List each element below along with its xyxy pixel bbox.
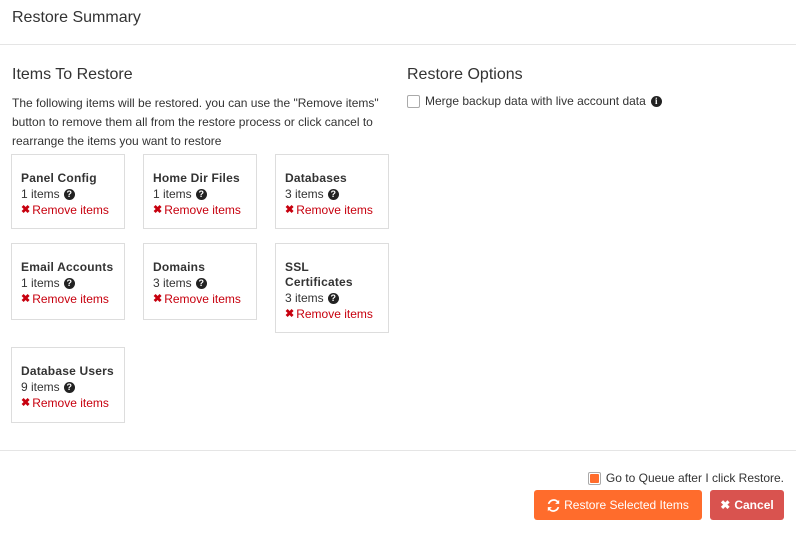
items-description: The following items will be restored. yo… [12, 96, 379, 148]
item-card-title: Panel Config [21, 171, 97, 185]
item-card-title: Email Accounts [21, 260, 114, 274]
remove-items-link[interactable]: ✖ Remove items [21, 291, 115, 308]
modal-footer: Go to Queue after I click Restore. Resto… [0, 450, 796, 534]
item-count: 1 items? [21, 275, 115, 291]
item-count-text: 1 items [21, 276, 60, 290]
remove-items-label: Remove items [296, 203, 373, 217]
help-icon[interactable]: ? [63, 381, 75, 393]
remove-items-link[interactable]: ✖ Remove items [153, 291, 247, 308]
item-count: 3 items? [153, 275, 247, 291]
restore-selected-button[interactable]: Restore Selected Items [534, 490, 702, 520]
queue-label: Go to Queue after I click Restore. [605, 471, 784, 485]
close-icon: ✖ [720, 498, 731, 512]
help-icon[interactable]: ? [63, 277, 75, 289]
remove-items-label: Remove items [32, 203, 109, 217]
help-icon[interactable]: ? [327, 292, 339, 304]
restore-selected-label: Restore Selected Items [564, 498, 689, 512]
remove-items-link[interactable]: ✖ Remove items [285, 202, 379, 219]
item-card-title: Databases [285, 171, 347, 185]
item-count: 9 items? [21, 379, 115, 395]
remove-items-link[interactable]: ✖ Remove items [21, 395, 115, 412]
merge-label: Merge backup data with live account data [425, 94, 646, 108]
help-icon[interactable]: ? [195, 277, 207, 289]
remove-items-label: Remove items [296, 307, 373, 321]
queue-option[interactable]: Go to Queue after I click Restore. [587, 471, 784, 485]
remove-icon: ✖ [21, 204, 31, 216]
remove-icon: ✖ [153, 293, 163, 305]
refresh-icon [547, 498, 560, 512]
item-card: Domains 3 items? ✖ Remove items [143, 243, 257, 320]
item-count: 1 items? [153, 186, 247, 202]
item-count-text: 3 items [285, 291, 324, 305]
modal-header: Restore Summary [0, 0, 796, 45]
items-heading: Items To Restore [12, 66, 133, 83]
item-count: 3 items? [285, 186, 379, 202]
item-card-title: Domains [153, 260, 206, 274]
item-count: 1 items? [21, 186, 115, 202]
items-to-restore-section: Items To Restore The following items wil… [12, 66, 392, 151]
item-card-title: SSL Certificates [285, 260, 353, 289]
item-count: 3 items? [285, 290, 379, 306]
remove-icon: ✖ [285, 204, 295, 216]
remove-items-label: Remove items [32, 292, 109, 306]
restore-options-section: Restore Options Merge backup data with l… [407, 66, 787, 108]
item-count-text: 9 items [21, 380, 60, 394]
item-count-text: 1 items [153, 187, 192, 201]
remove-icon: ✖ [285, 308, 295, 320]
remove-items-link[interactable]: ✖ Remove items [285, 306, 379, 323]
item-card-title: Database Users [21, 364, 114, 378]
cancel-label: Cancel [734, 498, 774, 512]
help-icon[interactable]: ? [195, 188, 207, 200]
remove-items-label: Remove items [164, 292, 241, 306]
remove-items-link[interactable]: ✖ Remove items [153, 202, 247, 219]
item-card: Databases 3 items? ✖ Remove items [275, 154, 389, 229]
item-card: Email Accounts 1 items? ✖ Remove items [11, 243, 125, 320]
item-count-text: 3 items [285, 187, 324, 201]
queue-checkbox[interactable] [587, 471, 601, 485]
merge-option[interactable]: Merge backup data with live account data… [407, 94, 787, 108]
cancel-button[interactable]: ✖ Cancel [710, 490, 784, 520]
remove-items-label: Remove items [164, 203, 241, 217]
remove-items-label: Remove items [32, 396, 109, 410]
modal-title: Restore Summary [12, 9, 141, 26]
item-card: SSL Certificates 3 items? ✖ Remove items [275, 243, 389, 333]
item-count-text: 3 items [153, 276, 192, 290]
info-icon[interactable]: i [650, 95, 662, 107]
remove-icon: ✖ [21, 293, 31, 305]
item-card-title: Home Dir Files [153, 171, 240, 185]
item-card: Database Users 9 items? ✖ Remove items [11, 347, 125, 423]
help-icon[interactable]: ? [327, 188, 339, 200]
remove-icon: ✖ [21, 397, 31, 409]
merge-checkbox[interactable] [407, 94, 420, 108]
help-icon[interactable]: ? [63, 188, 75, 200]
item-card: Panel Config 1 items? ✖ Remove items [11, 154, 125, 229]
remove-items-link[interactable]: ✖ Remove items [21, 202, 115, 219]
remove-icon: ✖ [153, 204, 163, 216]
item-card: Home Dir Files 1 items? ✖ Remove items [143, 154, 257, 229]
item-count-text: 1 items [21, 187, 60, 201]
options-heading: Restore Options [407, 66, 523, 83]
